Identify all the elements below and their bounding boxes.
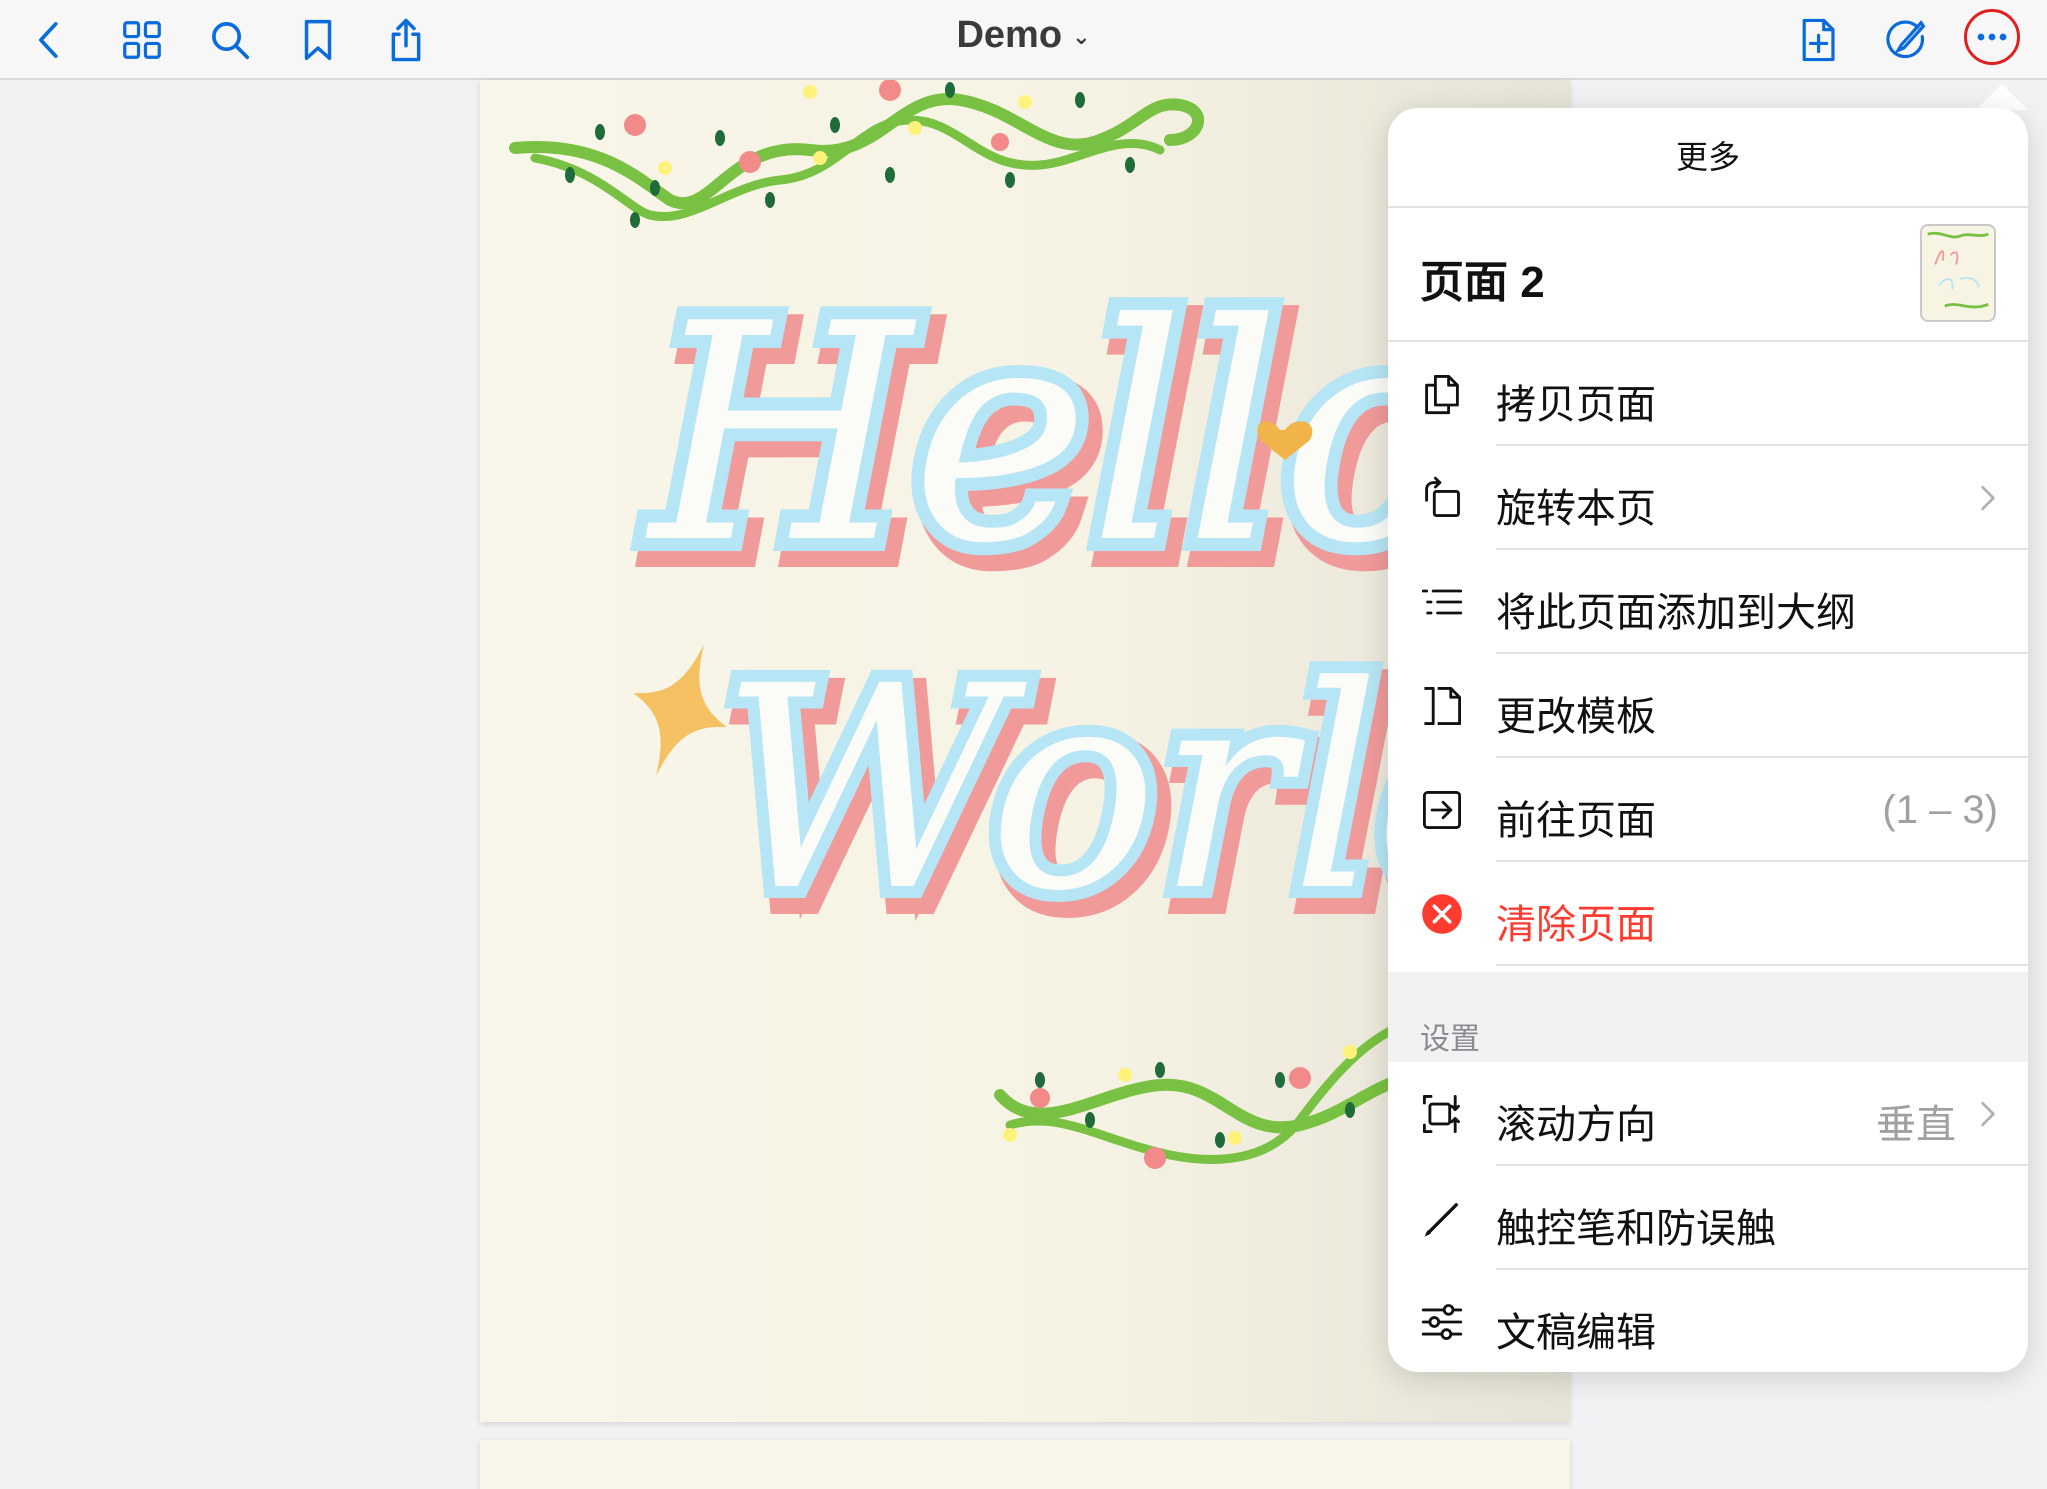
stylus-palm-rejection-label: 触控笔和防误触 bbox=[1496, 1207, 1776, 1251]
document-title-text[interactable]: Demo bbox=[956, 14, 1062, 56]
current-page-label: 页面 2 bbox=[1420, 258, 1545, 307]
stylus-icon bbox=[1418, 1194, 1466, 1242]
sliders-icon bbox=[1418, 1298, 1466, 1346]
page-range-value: (1 – 3) bbox=[1882, 788, 1998, 832]
page-thumbnail bbox=[1920, 224, 1996, 322]
settings-section-background bbox=[1388, 972, 2028, 1062]
scroll-direction-item[interactable]: 滚动方向 垂直 bbox=[1388, 1062, 2028, 1166]
clear-page-icon bbox=[1418, 890, 1466, 938]
top-vine-decoration bbox=[509, 80, 1205, 228]
add-page-icon[interactable] bbox=[1790, 12, 1846, 68]
clear-page-label: 清除页面 bbox=[1496, 903, 1656, 947]
more-ellipsis-icon bbox=[1977, 33, 2007, 41]
copy-page-icon bbox=[1418, 370, 1466, 418]
change-template-item[interactable]: 更改模板 bbox=[1388, 654, 2028, 758]
popover-arrow bbox=[1976, 84, 2028, 110]
document-title[interactable]: Demo ⌄ bbox=[0, 14, 2047, 57]
template-icon bbox=[1418, 682, 1466, 730]
copy-page-label: 拷贝页面 bbox=[1496, 383, 1656, 427]
go-to-page-icon bbox=[1418, 786, 1466, 834]
go-to-page-item[interactable]: 前往页面 (1 – 3) bbox=[1388, 758, 2028, 862]
chevron-down-icon[interactable]: ⌄ bbox=[1072, 24, 1090, 49]
top-toolbar: Demo ⌄ bbox=[0, 0, 2047, 80]
rotate-page-icon bbox=[1418, 474, 1466, 522]
row-divider bbox=[1496, 964, 2028, 966]
more-button[interactable] bbox=[1964, 9, 2020, 65]
scroll-direction-icon bbox=[1418, 1090, 1466, 1138]
add-to-outline-label: 将此页面添加到大纲 bbox=[1496, 591, 1856, 635]
scroll-direction-value: 垂直 bbox=[1876, 1103, 1956, 1147]
scroll-direction-label: 滚动方向 bbox=[1496, 1103, 1656, 1147]
copy-page-item[interactable]: 拷贝页面 bbox=[1388, 342, 2028, 446]
current-page-row: 页面 2 bbox=[1388, 208, 2028, 342]
chevron-right-icon bbox=[1972, 1094, 2004, 1134]
outline-list-icon bbox=[1418, 578, 1466, 626]
rotate-page-item[interactable]: 旋转本页 bbox=[1388, 446, 2028, 550]
more-popover: 更多 页面 2 拷贝页面 旋转本页 将此页面添加到大纲 更改模板 前往页面 (1… bbox=[1388, 108, 2028, 1372]
go-to-page-label: 前往页面 bbox=[1496, 799, 1656, 843]
page-thumbnail-image bbox=[1927, 231, 1989, 309]
settings-section-header: 设置 bbox=[1420, 1023, 1480, 1056]
markup-pen-icon[interactable] bbox=[1877, 12, 1933, 68]
clear-page-item[interactable]: 清除页面 bbox=[1388, 862, 2028, 966]
document-editing-label: 文稿编辑 bbox=[1496, 1311, 1656, 1355]
next-document-page[interactable] bbox=[480, 1440, 1570, 1489]
stylus-palm-rejection-item[interactable]: 触控笔和防误触 bbox=[1388, 1166, 2028, 1270]
rotate-page-label: 旋转本页 bbox=[1496, 487, 1656, 531]
hello-lettering: Hello Hello Hello bbox=[632, 247, 1488, 638]
change-template-label: 更改模板 bbox=[1496, 695, 1656, 739]
hello-text: Hello bbox=[645, 260, 1461, 609]
chevron-right-icon bbox=[1972, 478, 2004, 518]
add-to-outline-item[interactable]: 将此页面添加到大纲 bbox=[1388, 550, 2028, 654]
document-editing-item[interactable]: 文稿编辑 bbox=[1388, 1270, 2028, 1372]
app-window: Demo ⌄ Hello Hello Hello World World Wor… bbox=[0, 0, 2047, 1489]
popover-title: 更多 bbox=[1388, 108, 2028, 208]
